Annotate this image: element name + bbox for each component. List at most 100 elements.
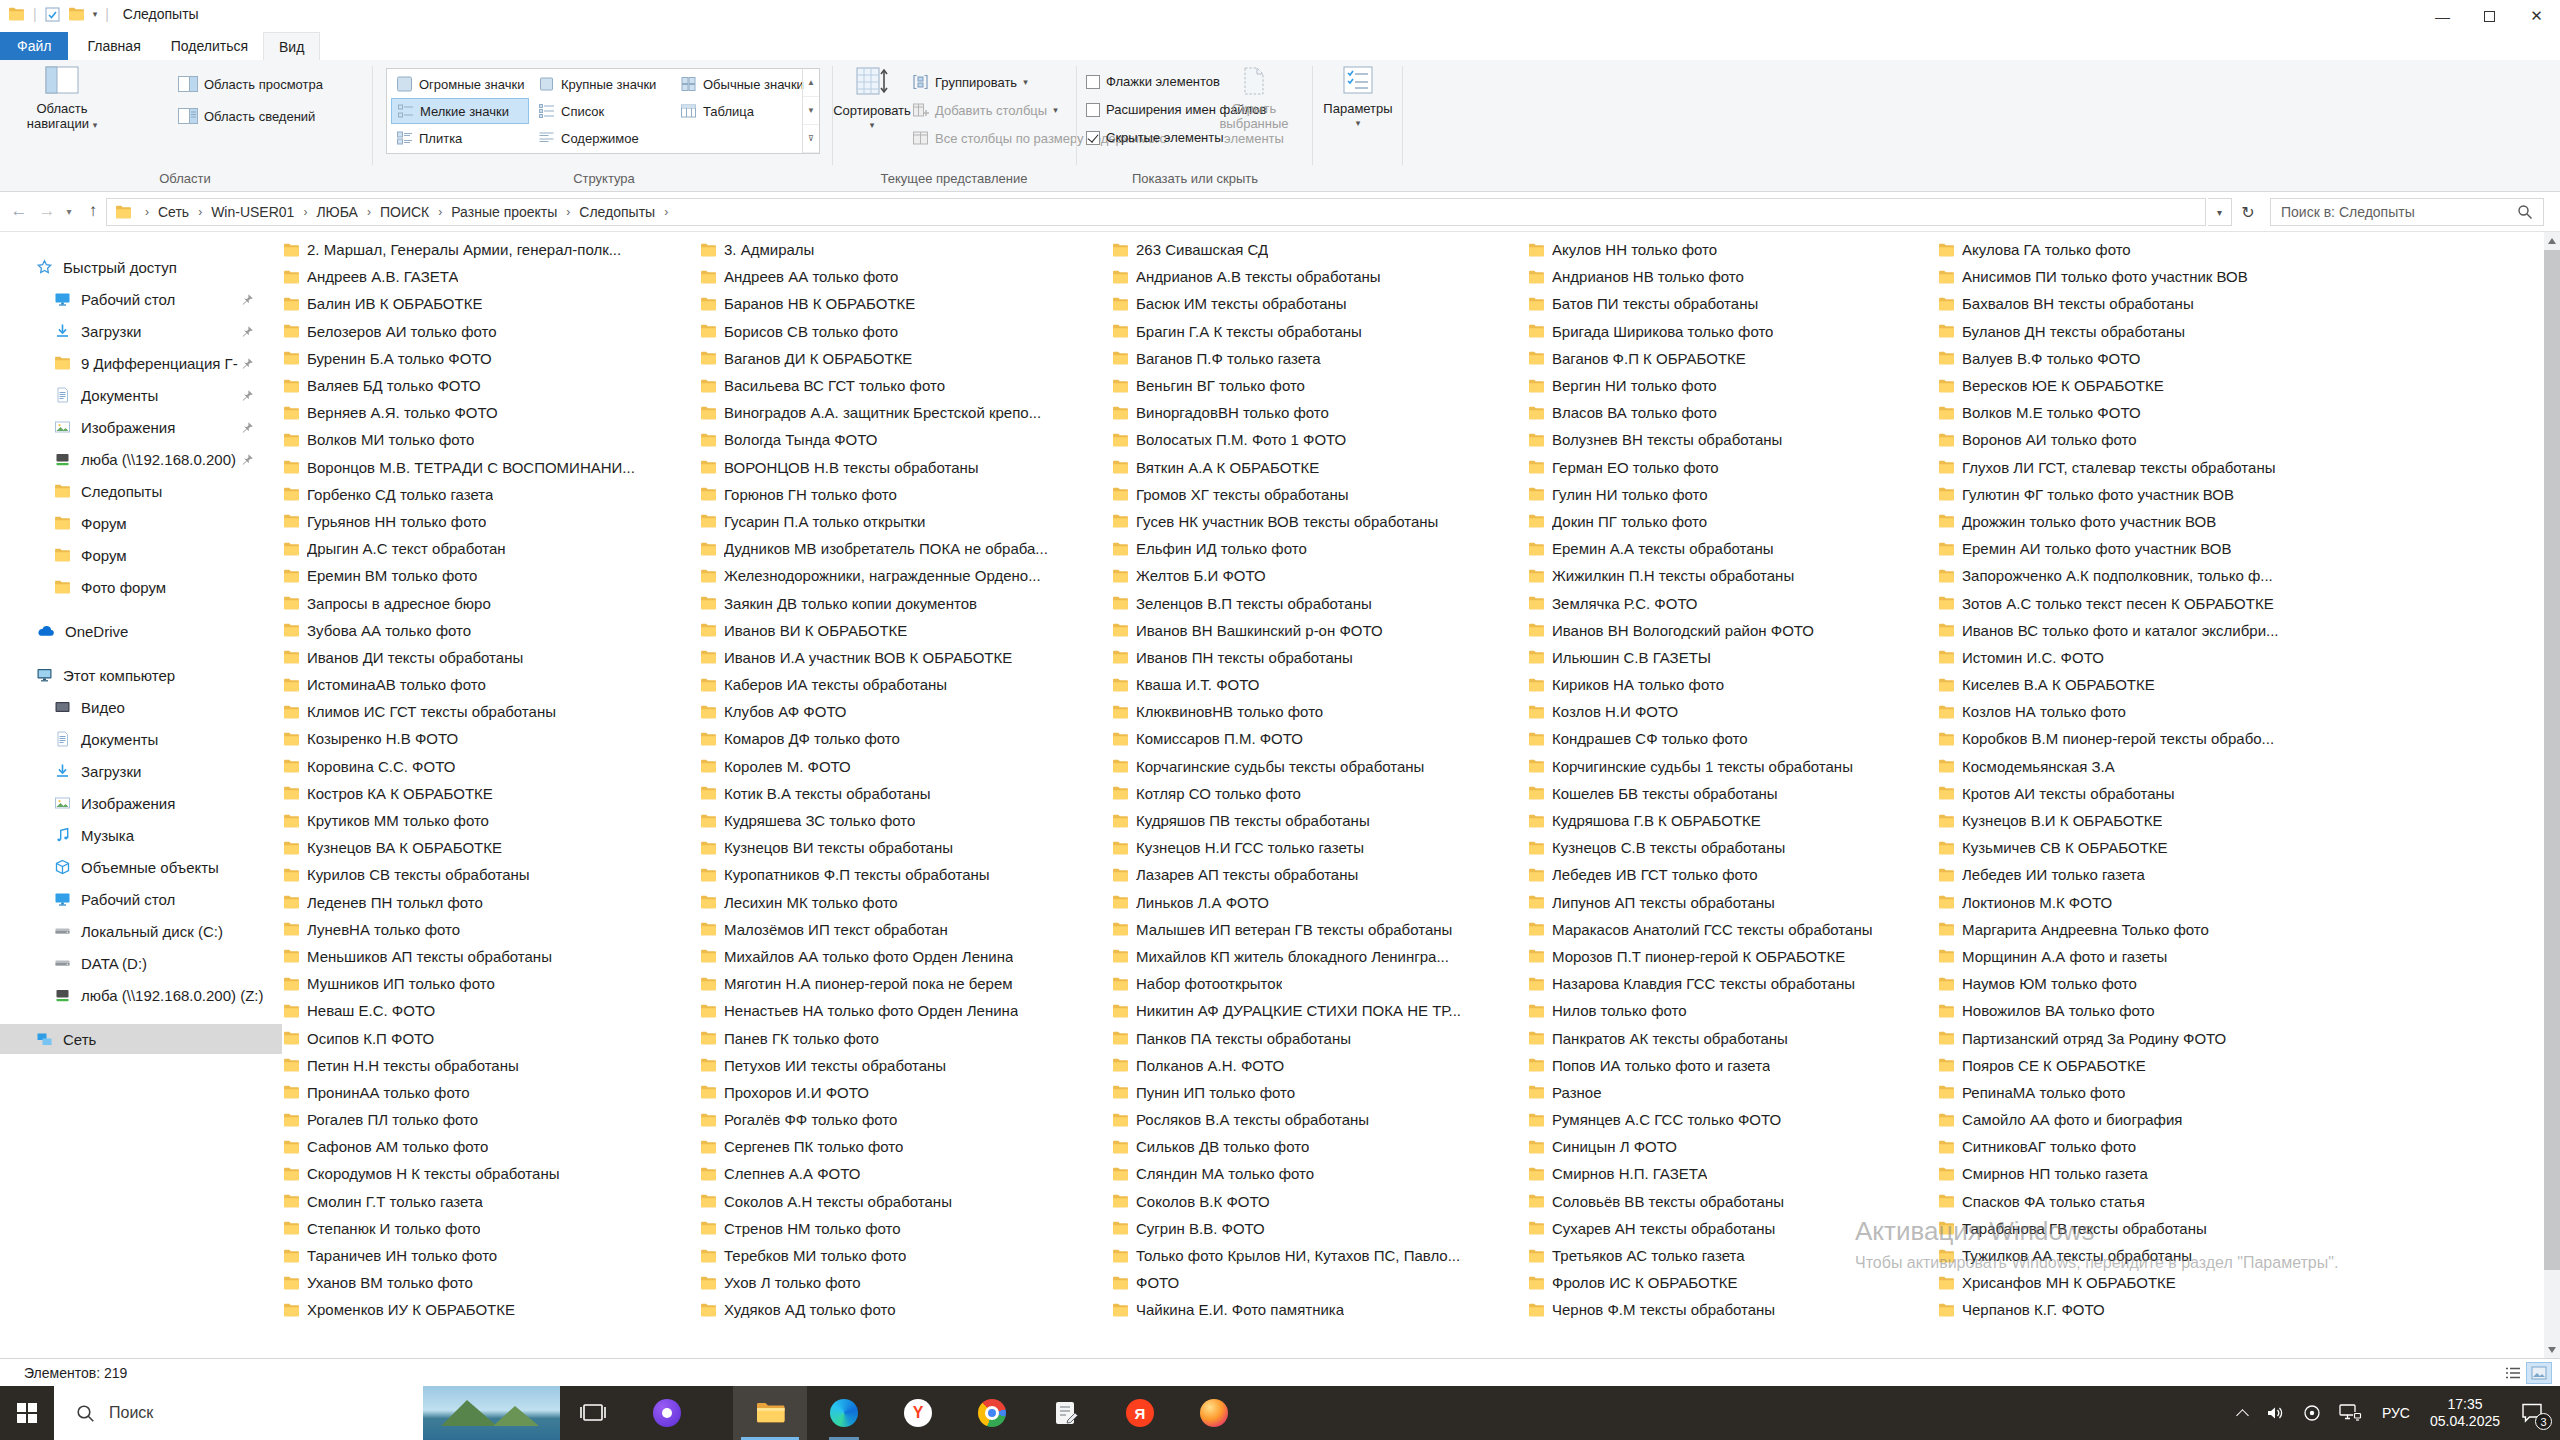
file-item[interactable]: Батов ПИ тексты обработаны: [1528, 290, 1932, 317]
file-item[interactable]: Котляр СО только фото: [1112, 780, 1516, 807]
layout-option[interactable]: Содержимое: [533, 125, 671, 151]
taskbar-app-alice[interactable]: [630, 1386, 704, 1440]
qat-customize-icon[interactable]: ▾: [93, 9, 98, 19]
sidebar-item-люба-192-168-0-200-[interactable]: люба (\\192.168.0.200): [0, 444, 282, 474]
file-item[interactable]: Воронцов М.В. ТЕТРАДИ С ВОСПОМИНАНИ...: [283, 454, 687, 481]
sidebar-item-документы[interactable]: Документы: [0, 380, 282, 410]
file-item[interactable]: Ельфин ИД только фото: [1112, 535, 1516, 562]
sidebar-item-быстрый-доступ[interactable]: Быстрый доступ: [0, 252, 282, 282]
file-item[interactable]: Черпанов К.Г. ФОТО: [1938, 1296, 2342, 1323]
file-item[interactable]: Андрианов НВ только фото: [1528, 263, 1932, 290]
scroll-up-icon[interactable]: [2544, 232, 2560, 249]
vertical-scrollbar[interactable]: [2544, 232, 2560, 1358]
file-item[interactable]: Кудряшева ЗС только фото: [700, 807, 1104, 834]
breadcrumb-item[interactable]: ЛЮБА: [314, 204, 360, 220]
file-item[interactable]: Борисов СВ только фото: [700, 318, 1104, 345]
file-item[interactable]: Михайлов КП житель блокадного Ленингра..…: [1112, 943, 1516, 970]
file-item[interactable]: Иванов ДИ тексты обработаны: [283, 644, 687, 671]
tray-expand-icon[interactable]: [2238, 1407, 2247, 1420]
sidebar-item-data-d-[interactable]: DATA (D:): [0, 948, 282, 978]
file-item[interactable]: Истомин И.С. ФОТО: [1938, 644, 2342, 671]
file-item[interactable]: Глухов ЛИ ГСТ, сталевар тексты обработан…: [1938, 454, 2342, 481]
file-item[interactable]: Только фото Крылов НИ, Кутахов ПС, Павло…: [1112, 1242, 1516, 1269]
sidebar-item-onedrive[interactable]: OneDrive: [0, 616, 282, 646]
file-item[interactable]: Докин ПГ только фото: [1528, 508, 1932, 535]
file-item[interactable]: Космодемьянская З.А: [1938, 753, 2342, 780]
scroll-down-icon[interactable]: [2544, 1341, 2560, 1358]
file-item[interactable]: Смирнов НП только газета: [1938, 1160, 2342, 1187]
taskbar-app-notes[interactable]: [1029, 1386, 1103, 1440]
sidebar-item-локальный-диск-c-[interactable]: Локальный диск (C:): [0, 916, 282, 946]
file-item[interactable]: Рогалёв ФФ только фото: [700, 1106, 1104, 1133]
file-item[interactable]: ИстоминаАВ только фото: [283, 671, 687, 698]
file-item[interactable]: Тараничев ИН только фото: [283, 1242, 687, 1269]
network-display-icon[interactable]: [2339, 1403, 2363, 1423]
breadcrumb-item[interactable]: Сеть: [156, 204, 191, 220]
file-item[interactable]: Росляков В.А тексты обработаны: [1112, 1106, 1516, 1133]
details-view-toggle[interactable]: [2500, 1362, 2526, 1384]
file-item[interactable]: Лебедев ИИ только газета: [1938, 861, 2342, 888]
file-item[interactable]: Теребков МИ только фото: [700, 1242, 1104, 1269]
file-item[interactable]: Желтов Б.И ФОТО: [1112, 562, 1516, 589]
file-item[interactable]: Фролов ИС К ОБРАБОТКЕ: [1528, 1269, 1932, 1296]
file-item[interactable]: Малышев ИП ветеран ГВ тексты обработаны: [1112, 916, 1516, 943]
sidebar-item-загрузки[interactable]: Загрузки: [0, 756, 282, 786]
sidebar-item-документы[interactable]: Документы: [0, 724, 282, 754]
file-item[interactable]: Еремин АИ только фото участник ВОВ: [1938, 535, 2342, 562]
file-item[interactable]: Меньшиков АП тексты обработаны: [283, 943, 687, 970]
file-item[interactable]: Кириков НА только фото: [1528, 671, 1932, 698]
file-item[interactable]: СитниковАГ только фото: [1938, 1133, 2342, 1160]
file-item[interactable]: Козлов Н.И ФОТО: [1528, 698, 1932, 725]
sidebar-item-рабочий-стол[interactable]: Рабочий стол: [0, 884, 282, 914]
file-item[interactable]: Гулин НИ только фото: [1528, 481, 1932, 508]
layout-option[interactable]: Крупные значки: [533, 71, 671, 97]
file-item[interactable]: Леденев ПН толькл фото: [283, 889, 687, 916]
file-item[interactable]: Кузьмичев СВ К ОБРАБОТКЕ: [1938, 834, 2342, 861]
sidebar-item-фото-форум[interactable]: Фото форум: [0, 572, 282, 602]
file-item[interactable]: Чайкина Е.И. Фото памятника: [1112, 1296, 1516, 1323]
breadcrumb-item[interactable]: Win-USER01: [209, 204, 296, 220]
file-item[interactable]: Крутиков ММ только фото: [283, 807, 687, 834]
file-item[interactable]: Горюнов ГН только фото: [700, 481, 1104, 508]
sidebar-item-объемные-объекты[interactable]: Объемные объекты: [0, 852, 282, 882]
file-item[interactable]: Чернов Ф.М тексты обработаны: [1528, 1296, 1932, 1323]
file-item[interactable]: Курилов СВ тексты обработаны: [283, 861, 687, 888]
file-item[interactable]: Дрыгин А.С текст обработан: [283, 535, 687, 562]
file-item[interactable]: Клубов АФ ФОТО: [700, 698, 1104, 725]
file-item[interactable]: Корчигинские судьбы 1 тексты обработаны: [1528, 753, 1932, 780]
file-item[interactable]: Заякин ДВ только копии документов: [700, 589, 1104, 616]
file-item[interactable]: Малозёмов ИП текст обработан: [700, 916, 1104, 943]
file-item[interactable]: Синицын Л ФОТО: [1528, 1133, 1932, 1160]
scrollbar-thumb[interactable]: [2544, 250, 2560, 1270]
file-item[interactable]: Баранов НВ К ОБРАБОТКЕ: [700, 290, 1104, 317]
details-pane-button[interactable]: Область сведений: [178, 108, 315, 124]
file-item[interactable]: Железнодорожники, награжденные Ордено...: [700, 562, 1104, 589]
file-item[interactable]: Маргарита Андреевна Только фото: [1938, 916, 2342, 943]
file-item[interactable]: ФОТО: [1112, 1269, 1516, 1296]
disabled-button[interactable]: Добавить столбцы▾: [912, 102, 1058, 118]
file-item[interactable]: Прохоров И.И ФОТО: [700, 1079, 1104, 1106]
file-item[interactable]: Комаров ДФ только фото: [700, 725, 1104, 752]
file-item[interactable]: Герман ЕО только фото: [1528, 454, 1932, 481]
file-item[interactable]: Степанюк И только фото: [283, 1215, 687, 1242]
file-item[interactable]: Морозов П.Т пионер-герой К ОБРАБОТКЕ: [1528, 943, 1932, 970]
file-item[interactable]: Нилов только фото: [1528, 997, 1932, 1024]
file-item[interactable]: Морщинин А.А фото и газеты: [1938, 943, 2342, 970]
taskbar-app-chrome[interactable]: [955, 1386, 1029, 1440]
file-item[interactable]: Власов ВА только фото: [1528, 399, 1932, 426]
file-item[interactable]: Кузнецов ВА К ОБРАБОТКЕ: [283, 834, 687, 861]
file-item[interactable]: Ненастьев НА только фото Орден Ленина: [700, 997, 1104, 1024]
file-item[interactable]: Вяткин А.А К ОБРАБОТКЕ: [1112, 454, 1516, 481]
taskbar-app-yandex[interactable]: Я: [1103, 1386, 1177, 1440]
file-item[interactable]: Волков М.Е только ФОТО: [1938, 399, 2342, 426]
minimize-button[interactable]: —: [2419, 0, 2466, 32]
layout-option[interactable]: Мелкие значки: [391, 98, 529, 124]
file-item[interactable]: ЛуневНА только фото: [283, 916, 687, 943]
file-item[interactable]: Киселев В.А К ОБРАБОТКЕ: [1938, 671, 2342, 698]
address-dropdown-icon[interactable]: ▾: [2208, 198, 2232, 226]
file-item[interactable]: Анисимов ПИ только фото участник ВОВ: [1938, 263, 2342, 290]
file-item[interactable]: Андреев АА только фото: [700, 263, 1104, 290]
file-item[interactable]: Сляндин МА только фото: [1112, 1160, 1516, 1187]
file-item[interactable]: Белозеров АИ только фото: [283, 318, 687, 345]
forward-button[interactable]: →: [34, 197, 60, 225]
